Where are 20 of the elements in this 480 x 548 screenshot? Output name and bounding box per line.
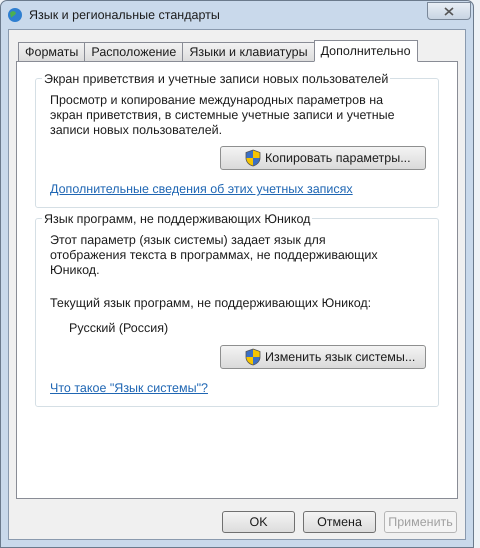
help-link[interactable]: Что такое "Язык системы"? (50, 379, 208, 398)
dialog-button[interactable]: OK (222, 511, 295, 533)
shield-button[interactable]: Изменить язык системы... (220, 345, 426, 370)
close-button[interactable] (427, 2, 471, 20)
current-language-label: Текущий язык программ, не поддерживающих Юникод: (50, 294, 372, 312)
shield-icon (245, 149, 261, 167)
group-description: Просмотр и копирование международных параметров на экран приветствия, в системные учетные записи и учетные записи новых пользователей. (50, 93, 396, 138)
globe-icon (7, 7, 23, 23)
shield-button[interactable]: Копировать параметры... (220, 146, 426, 170)
tab[interactable]: Языки и клавиатуры (182, 42, 315, 61)
shield-icon (245, 348, 261, 366)
group-description: Этот параметр (язык системы) задает язык для отображения текста в программах, не поддерживающих Юникод. (50, 232, 379, 278)
close-icon (444, 6, 454, 16)
tab[interactable]: Форматы (18, 42, 86, 61)
tab[interactable]: Расположение (84, 42, 184, 61)
window-title: Язык и региональные стандарты (29, 6, 220, 24)
tab[interactable]: Дополнительно (314, 40, 418, 62)
help-link[interactable]: Дополнительные сведения об этих учетных записях (50, 180, 353, 199)
dialog-button[interactable]: Отмена (303, 511, 376, 533)
current-language-value: Русский (Россия) (69, 320, 170, 337)
